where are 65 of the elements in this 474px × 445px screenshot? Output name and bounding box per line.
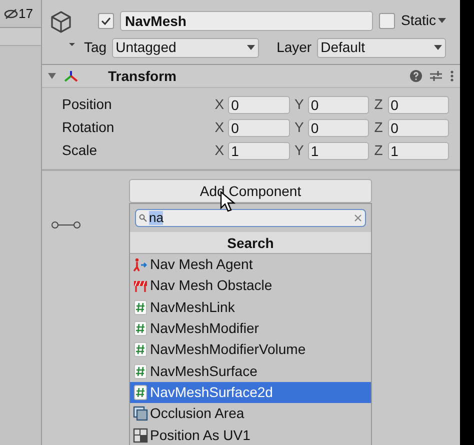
person-arrow-icon — [133, 258, 147, 272]
property-label: Position — [62, 95, 113, 114]
static-dropdown[interactable]: Static — [400, 10, 452, 31]
number-field[interactable]: 0 — [228, 118, 290, 136]
axis-label: Y — [294, 118, 305, 137]
foldout-caret-icon[interactable] — [48, 72, 56, 80]
script-icon — [134, 321, 146, 336]
script-icon — [134, 300, 146, 315]
checkmark-icon — [101, 16, 111, 24]
settings-sliders-icon[interactable] — [430, 70, 442, 82]
property-label: Scale — [62, 141, 98, 160]
script-icon — [134, 384, 146, 400]
occlusion-area-icon — [132, 406, 148, 422]
axis-label: Z — [374, 118, 384, 137]
number-field[interactable]: 0 — [228, 96, 290, 114]
layer-dropdown[interactable]: Default — [316, 38, 446, 58]
component-item[interactable]: Position As UV1 — [130, 424, 371, 445]
clear-icon[interactable] — [354, 214, 362, 222]
grid-square-icon — [132, 428, 148, 443]
number-field[interactable]: 0 — [388, 118, 449, 136]
number-field[interactable]: 0 — [308, 96, 370, 114]
axis-label: Y — [294, 141, 305, 160]
help-icon[interactable] — [410, 70, 422, 82]
name-field[interactable]: NavMesh — [120, 10, 373, 30]
more-menu-icon[interactable] — [450, 70, 454, 82]
axis-label: Y — [294, 95, 305, 114]
tag-label: Tag — [84, 38, 107, 57]
caret-icon — [438, 18, 446, 23]
axis-label: X — [214, 118, 226, 137]
layer-label: Layer — [276, 38, 312, 57]
axis-label: X — [214, 95, 226, 114]
caret-icon — [434, 45, 442, 50]
script-icon — [134, 342, 146, 358]
cube-icon[interactable] — [50, 10, 76, 46]
search-field[interactable]: na — [135, 209, 366, 227]
hidden-eye-icon[interactable] — [4, 8, 18, 18]
script-icon — [134, 364, 146, 379]
property-label: Rotation — [62, 118, 116, 137]
axis-label: Z — [374, 141, 384, 160]
static-checkbox[interactable] — [378, 12, 395, 28]
component-title: Transform — [108, 66, 176, 86]
axis-label: Z — [374, 95, 384, 114]
section-header: Search — [130, 232, 371, 254]
axis-label: X — [214, 141, 226, 160]
component-item[interactable]: Occlusion Area — [130, 403, 371, 424]
number-field[interactable]: 1 — [308, 142, 370, 160]
component-item[interactable]: NavMeshModifierVolume — [130, 339, 371, 360]
number-field[interactable]: 0 — [388, 96, 449, 114]
hidden-count: 17 — [18, 4, 33, 23]
caret-icon — [246, 45, 255, 50]
number-field[interactable]: 1 — [228, 142, 290, 160]
tag-dropdown[interactable]: Untagged — [112, 38, 259, 58]
number-field[interactable]: 0 — [308, 118, 370, 136]
connection-drawing — [51, 221, 81, 229]
component-item[interactable]: NavMeshLink — [130, 296, 371, 318]
active-checkbox[interactable] — [98, 12, 114, 28]
component-item[interactable]: Nav Mesh Agent — [130, 254, 371, 276]
barrier-icon — [132, 278, 148, 293]
component-item[interactable]: Nav Mesh Obstacle — [130, 275, 371, 297]
component-item[interactable]: NavMeshModifier — [130, 318, 371, 340]
search-icon — [139, 214, 147, 222]
component-item[interactable]: NavMeshSurface — [130, 360, 371, 382]
transform-axes-icon — [64, 70, 78, 82]
number-field[interactable]: 1 — [388, 142, 449, 160]
component-item[interactable]: NavMeshSurface2d — [130, 382, 371, 404]
